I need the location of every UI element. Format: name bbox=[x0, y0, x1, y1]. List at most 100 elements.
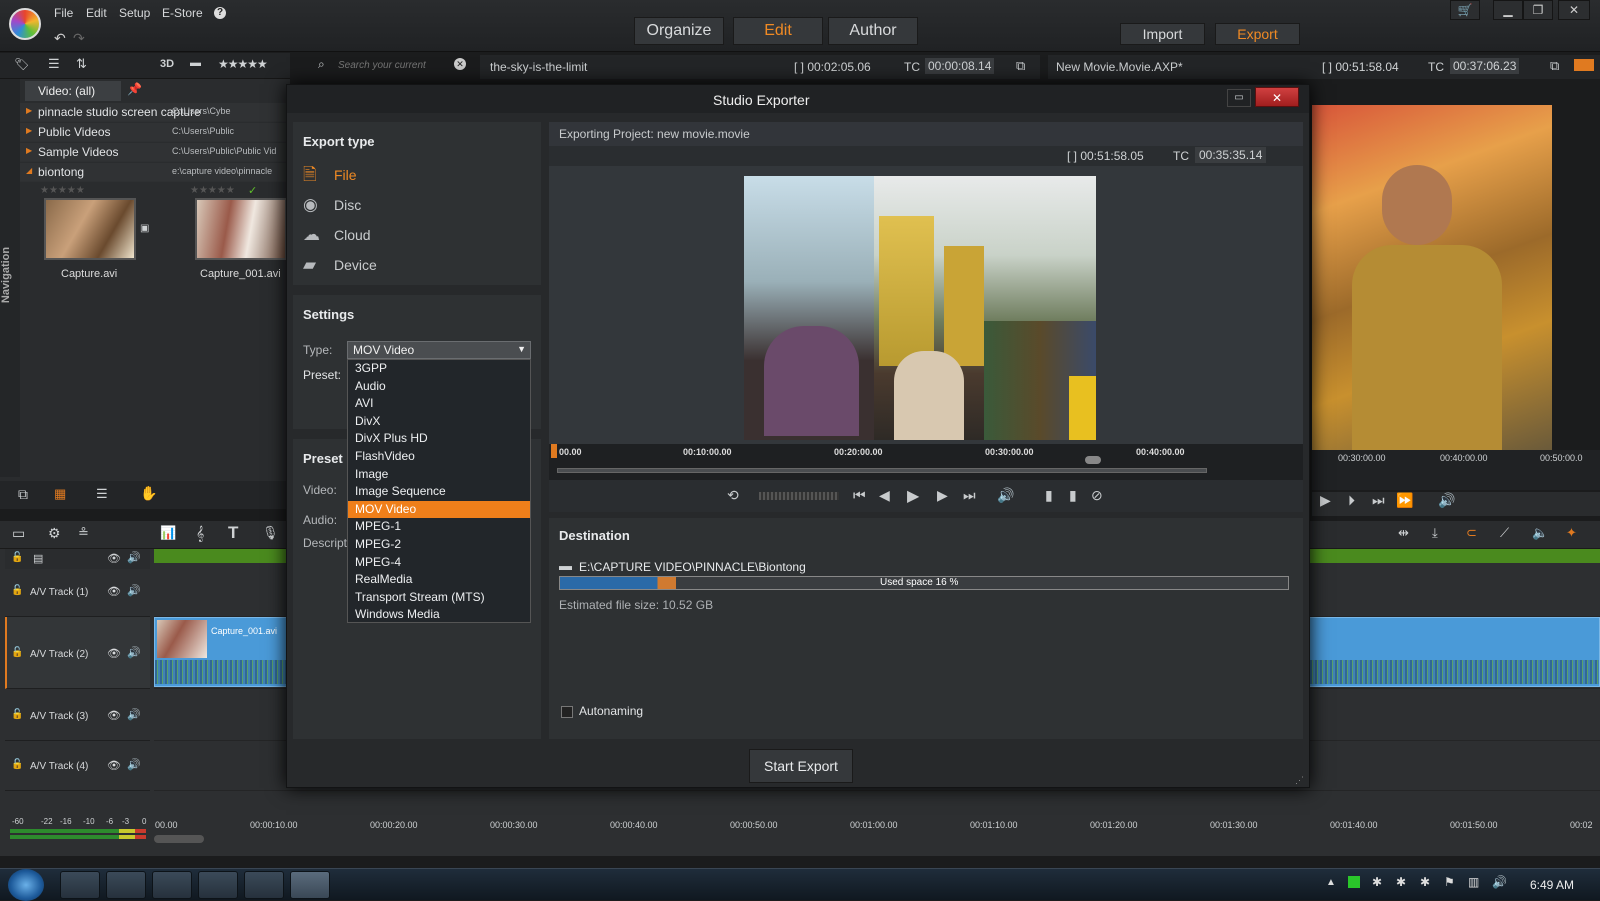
type-option[interactable]: Image Sequence bbox=[348, 483, 530, 501]
app-taskbar-icon[interactable] bbox=[106, 871, 146, 899]
track-header[interactable]: 🔓 A/V Track (4) 👁 🔊 bbox=[5, 741, 150, 791]
visibility-icon[interactable]: 👁 bbox=[107, 709, 121, 722]
notepad-taskbar-icon[interactable] bbox=[244, 871, 284, 899]
search-input[interactable] bbox=[338, 56, 456, 74]
menu-setup[interactable]: Setup bbox=[119, 6, 150, 20]
category-tab[interactable]: Video: (all) bbox=[25, 81, 121, 101]
tray-icon[interactable]: ✱ bbox=[1396, 875, 1406, 889]
type-option[interactable]: MPEG-1 bbox=[348, 518, 530, 536]
type-option-selected[interactable]: MOV Video bbox=[348, 500, 530, 519]
redo-icon[interactable]: ↷ bbox=[73, 30, 85, 47]
firefox-taskbar-icon[interactable] bbox=[152, 871, 192, 899]
search-icon[interactable]: ⌕ bbox=[318, 57, 325, 72]
trim-icon[interactable]: ⤓ bbox=[1432, 525, 1438, 541]
volume-icon[interactable]: 🔊 bbox=[127, 551, 141, 564]
explorer-taskbar-icon[interactable] bbox=[60, 871, 100, 899]
add-collection-icon[interactable]: 📌 bbox=[127, 82, 142, 96]
audio-scrub-icon[interactable]: 🔈 bbox=[1532, 525, 1548, 541]
expand-arrow-icon[interactable]: ▶ bbox=[26, 106, 32, 115]
tray-icon[interactable]: ✱ bbox=[1372, 875, 1382, 889]
volume-icon[interactable]: 🔊 bbox=[127, 584, 141, 597]
sort-icon[interactable]: ⇅ bbox=[76, 56, 87, 72]
clip-thumbnail[interactable] bbox=[44, 198, 136, 260]
start-export-button[interactable]: Start Export bbox=[749, 749, 853, 783]
tree-item[interactable]: ◢ biontong e:\capture video\pinnacle bbox=[20, 163, 290, 182]
mixer-icon[interactable]: 📊 bbox=[160, 525, 176, 541]
drag-icon[interactable]: ✋ bbox=[140, 485, 157, 502]
visibility-icon[interactable]: 👁 bbox=[107, 759, 121, 772]
undo-icon[interactable]: ↶ bbox=[54, 30, 66, 47]
next-frame-icon[interactable]: ▶ bbox=[937, 487, 948, 504]
navigation-sidebar[interactable]: Navigation bbox=[0, 79, 20, 477]
type-option[interactable]: Audio bbox=[348, 378, 530, 396]
play-icon[interactable]: ▶ bbox=[1320, 492, 1331, 509]
type-option[interactable]: AVI bbox=[348, 395, 530, 413]
action-center-icon[interactable]: ⚑ bbox=[1444, 875, 1455, 889]
visibility-icon[interactable]: 👁 bbox=[107, 552, 121, 565]
mark-in-icon[interactable]: ▮ bbox=[1045, 487, 1053, 504]
type-option[interactable]: DivX bbox=[348, 413, 530, 431]
tab-edit[interactable]: Edit bbox=[733, 17, 823, 45]
tag-icon[interactable]: 🏷 bbox=[14, 57, 29, 71]
restore-icon[interactable]: ❐ bbox=[1523, 0, 1553, 20]
dialog-title-bar[interactable]: Studio Exporter ▭ ✕ bbox=[287, 85, 1309, 113]
magic-icon[interactable]: ✦ bbox=[1566, 525, 1577, 541]
import-button[interactable]: Import bbox=[1120, 23, 1205, 45]
expand-arrow-icon[interactable]: ▶ bbox=[26, 126, 32, 135]
list-icon[interactable]: ☰ bbox=[48, 56, 60, 72]
menu-file[interactable]: File bbox=[54, 6, 73, 20]
split-icon[interactable]: ⇹ bbox=[1398, 525, 1409, 541]
loop-icon[interactable]: ⟲ bbox=[727, 487, 739, 504]
tab-author[interactable]: Author bbox=[828, 17, 918, 45]
menu-edit[interactable]: Edit bbox=[86, 6, 107, 20]
network-icon[interactable]: ▥ bbox=[1468, 875, 1479, 889]
type-select[interactable]: MOV Video ▼ bbox=[347, 341, 531, 359]
close-icon[interactable]: ✕ bbox=[1558, 0, 1590, 20]
scrub-handle[interactable] bbox=[1085, 456, 1101, 464]
network-taskbar-icon[interactable] bbox=[198, 871, 238, 899]
start-button[interactable] bbox=[8, 869, 44, 901]
tray-icon[interactable] bbox=[1348, 876, 1360, 888]
pinnacle-taskbar-icon[interactable] bbox=[290, 871, 330, 899]
playhead-marker[interactable] bbox=[551, 444, 557, 458]
title-icon[interactable]: T bbox=[228, 523, 238, 543]
lock-icon[interactable]: 🔓 bbox=[11, 552, 23, 563]
type-option[interactable]: DivX Plus HD bbox=[348, 430, 530, 448]
export-button[interactable]: Export bbox=[1215, 23, 1300, 45]
close-icon[interactable]: ✕ bbox=[1255, 87, 1299, 107]
razor-icon[interactable]: ⟋ bbox=[1500, 525, 1509, 541]
clip-rating[interactable]: ★★★★★ bbox=[190, 185, 235, 196]
type-option[interactable]: MPEG-2 bbox=[348, 536, 530, 554]
clock[interactable]: 6:49 AM bbox=[1530, 878, 1574, 892]
clip-thumbnail[interactable] bbox=[195, 198, 287, 260]
type-option[interactable]: Transport Stream (MTS) bbox=[348, 589, 530, 607]
play-icon[interactable]: ▶ bbox=[907, 486, 919, 506]
resize-grip-icon[interactable]: ⋰ bbox=[1295, 775, 1304, 786]
maximize-icon[interactable]: ▭ bbox=[1227, 89, 1251, 107]
volume-icon[interactable]: 🔊 bbox=[127, 708, 141, 721]
visibility-icon[interactable]: 👁 bbox=[107, 647, 121, 660]
tray-arrow-icon[interactable]: ▲ bbox=[1326, 877, 1336, 888]
tray-icon[interactable]: ✱ bbox=[1420, 875, 1430, 889]
track-header[interactable]: 🔓 A/V Track (2) 👁 🔊 bbox=[5, 617, 150, 689]
go-to-start-icon[interactable]: ⏮ bbox=[853, 487, 866, 504]
menu-estore[interactable]: E-Store bbox=[162, 6, 203, 20]
view-3d-toggle[interactable]: 3D bbox=[160, 58, 174, 70]
tab-organize[interactable]: Organize bbox=[634, 17, 724, 45]
next-frame-icon[interactable]: ⏵ bbox=[1348, 492, 1355, 509]
clear-search-icon[interactable]: ✕ bbox=[454, 58, 466, 70]
storyboard-icon[interactable]: ▭ bbox=[12, 525, 25, 542]
volume-icon[interactable]: 🔊 bbox=[1492, 875, 1507, 889]
track-header[interactable]: 🔓 A/V Track (1) 👁 🔊 bbox=[5, 569, 150, 617]
type-option[interactable]: RealMedia bbox=[348, 571, 530, 589]
previous-frame-icon[interactable]: ◀ bbox=[879, 487, 890, 504]
clip-rating[interactable]: ★★★★★ bbox=[40, 185, 85, 196]
visibility-icon[interactable]: 👁 bbox=[107, 585, 121, 598]
volume-icon[interactable]: 🔊 bbox=[1438, 492, 1455, 509]
magnet-icon[interactable]: ⊂ bbox=[1466, 525, 1477, 541]
cart-icon[interactable]: 🛒 bbox=[1450, 0, 1480, 20]
preview-ruler[interactable]: 00.00 00:10:00.00 00:20:00.00 00:30:00.0… bbox=[549, 444, 1303, 480]
lock-icon[interactable]: 🔓 bbox=[11, 759, 23, 770]
grid-view-icon[interactable]: ▦ bbox=[54, 486, 66, 502]
volume-icon[interactable]: 🔊 bbox=[997, 487, 1014, 504]
